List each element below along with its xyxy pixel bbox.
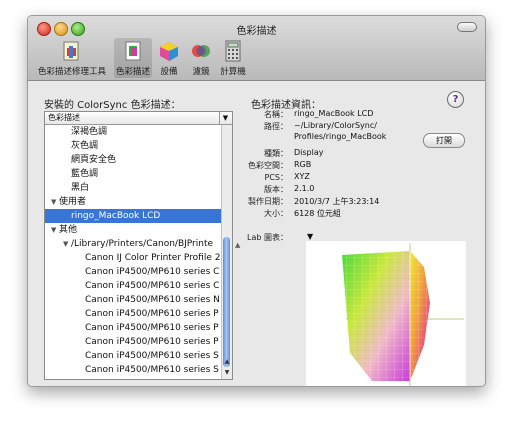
profile-list-item[interactable]: 深褐色調 xyxy=(45,125,222,139)
toolbar-filters[interactable]: 濾鏡 xyxy=(186,38,216,78)
toolbar-label: 計算機 xyxy=(220,67,246,77)
version-label: 版本： xyxy=(264,185,288,194)
profile-list-item[interactable]: 藍色調 xyxy=(45,167,222,181)
profile-list-item-label: Canon iP4500/MP610 series S xyxy=(85,351,219,361)
profile-list-item-label: Canon iP4500/MP610 series P xyxy=(85,337,219,347)
color-space-value: RGB xyxy=(294,160,312,169)
popup-value: 色彩描述 xyxy=(48,113,80,122)
lab-gamut-plot[interactable] xyxy=(306,241,466,386)
lab-plot-label: Lab 圖表： xyxy=(247,233,288,242)
toolbar-profiles[interactable]: 色彩描述 xyxy=(114,38,152,78)
size-value: 6128 位元組 xyxy=(294,209,341,218)
pcs-label: PCS： xyxy=(264,173,289,182)
split-view-handle[interactable]: ▲ xyxy=(235,241,240,249)
profile-list-item[interactable]: Canon iP4500/MP610 series C xyxy=(45,265,222,279)
toolbar-devices[interactable]: 設備 xyxy=(154,38,184,78)
toolbar-calculator[interactable]: 計算機 xyxy=(218,38,248,78)
profile-list-item-label: Canon iP4500/MP610 series S xyxy=(85,365,219,375)
profile-list-item[interactable]: Canon iP4500/MP610 series S xyxy=(45,349,222,363)
profile-list-item-label: Canon iP4500/MP610 series P xyxy=(85,323,219,333)
profile-list-item[interactable]: Canon iP4500/MP610 series C xyxy=(45,279,222,293)
path-value-line2: Profiles/ringo_MacBook xyxy=(294,132,387,141)
open-button[interactable]: 打開 xyxy=(423,133,465,148)
profile-list-item-label: Canon iP4500/MP610 series C xyxy=(85,267,220,277)
profile-list[interactable]: 色彩描述 ▼ 深褐色調 灰色調 網頁安全色 藍色調 黑白 ▼ 使用者 ringo_MacBoo… xyxy=(44,111,233,380)
profile-list-item-label: 灰色調 xyxy=(71,141,99,151)
installed-profiles-heading: 安裝的 ColorSync 色彩描述： xyxy=(44,100,181,111)
toolbar-toggle-button[interactable] xyxy=(457,22,477,32)
toolbar-profile-first-aid[interactable]: 色彩描述修理工具 xyxy=(32,38,112,78)
profile-list-item[interactable]: Canon IJ Color Printer Profile 2 xyxy=(45,251,222,265)
chevron-down-icon: ▼ xyxy=(219,112,231,124)
profile-list-item[interactable]: ▼/Library/Printers/Canon/BJPrinte xyxy=(45,237,222,251)
profile-list-item-label: Canon iP4500/MP610 series P xyxy=(85,309,219,319)
profile-list-item[interactable]: ringo_MacBook LCD xyxy=(45,209,222,223)
gamut-graphic xyxy=(342,243,464,386)
path-value-line1: ~/Library/ColorSync/ xyxy=(294,121,377,130)
toolbar-label: 設備 xyxy=(160,67,178,77)
size-label: 大小： xyxy=(264,209,288,218)
created-date-label: 製作日期： xyxy=(248,197,288,206)
filters-icon xyxy=(192,45,210,57)
profile-list-item-label: 深褐色調 xyxy=(71,127,108,137)
profile-list-item[interactable]: 黑白 xyxy=(45,181,222,195)
profile-list-item-label: /Library/Printers/Canon/BJPrinte xyxy=(71,239,214,249)
devices-icon xyxy=(160,42,178,61)
created-date-value: 2010/3/7 上午3:23:14 xyxy=(294,197,380,206)
scrollbar-thumb[interactable] xyxy=(223,237,230,367)
profile-rows: 深褐色調 灰色調 網頁安全色 藍色調 黑白 ▼ 使用者 ringo_MacBook LCD ▼ 其… xyxy=(45,125,222,379)
profiles-icon xyxy=(125,41,141,61)
profile-list-item[interactable]: 網頁安全色 xyxy=(45,153,222,167)
profile-list-item-label: 網頁安全色 xyxy=(71,155,117,165)
profile-list-item[interactable]: Canon iP4500/MP610 series S xyxy=(45,363,222,377)
pcs-value: XYZ xyxy=(294,172,310,181)
profile-list-item[interactable]: ▼ 使用者 xyxy=(45,195,222,209)
profile-list-item-label: 黑白 xyxy=(71,183,90,193)
colorsync-window: 色彩描述 色彩描述修理工具 色彩描述 設備 濾鏡 計算機 安裝的 ColorSy… xyxy=(27,15,486,387)
profile-list-item-label: Canon IJ Color Printer Profile 2 xyxy=(85,253,221,263)
profile-list-item[interactable]: Canon iP4500/MP610 series P xyxy=(45,335,222,349)
profile-list-item[interactable]: Canon iP4500/MP610 series N xyxy=(45,293,222,307)
color-space-label: 色彩空間： xyxy=(248,161,288,170)
main-content: 安裝的 ColorSync 色彩描述： 色彩描述 ▼ 深褐色調灰色調網頁安全色藍… xyxy=(28,81,485,386)
toolbar-label: 色彩描述 xyxy=(115,67,150,77)
class-label: 種類： xyxy=(264,149,288,158)
disclosure-triangle-icon[interactable]: ▼ xyxy=(51,195,59,209)
version-value: 2.1.0 xyxy=(294,184,315,193)
name-label: 名稱： xyxy=(264,110,288,119)
profile-list-item[interactable]: 灰色調 xyxy=(45,139,222,153)
disclosure-triangle-icon[interactable]: ▼ xyxy=(51,223,59,237)
calculator-icon xyxy=(225,40,241,62)
profile-list-item-label: Canon iP4500/MP610 series N xyxy=(85,295,220,305)
scroll-up-arrow-icon[interactable]: ▲ xyxy=(222,357,232,367)
list-scrollbar[interactable]: ▲ ▼ xyxy=(221,125,232,379)
profile-list-item-label: 其他 xyxy=(59,225,78,235)
profile-list-item[interactable]: ▼ 其他 xyxy=(45,223,222,237)
help-button[interactable]: ? xyxy=(447,91,464,108)
title-bar: 色彩描述 色彩描述修理工具 色彩描述 設備 濾鏡 計算機 xyxy=(28,16,485,81)
profile-list-item[interactable]: Canon iP4500/MP610 series P xyxy=(45,321,222,335)
toolbar-label: 濾鏡 xyxy=(192,67,210,77)
profile-filter-popup[interactable]: 色彩描述 ▼ xyxy=(45,112,232,125)
lab-plot-menu-arrow-icon[interactable]: ▼ xyxy=(307,232,313,241)
profile-list-item-label: ringo_MacBook LCD xyxy=(71,211,161,221)
profile-list-item-label: 藍色調 xyxy=(71,169,99,179)
profile-list-item[interactable]: Canon iP4500/MP610 series P xyxy=(45,307,222,321)
class-value: Display xyxy=(294,148,324,157)
name-value: ringo_MacBook LCD xyxy=(294,109,374,118)
window-title: 色彩描述 xyxy=(236,26,277,37)
profile-list-item-label: 使用者 xyxy=(59,197,87,207)
path-label: 路徑： xyxy=(264,122,288,131)
toolbar-label: 色彩描述修理工具 xyxy=(37,67,106,77)
profile-list-item-label: Canon iP4500/MP610 series C xyxy=(85,281,220,291)
scroll-down-arrow-icon[interactable]: ▼ xyxy=(222,368,232,378)
disclosure-triangle-icon[interactable]: ▼ xyxy=(63,237,71,251)
first-aid-icon xyxy=(63,41,79,61)
